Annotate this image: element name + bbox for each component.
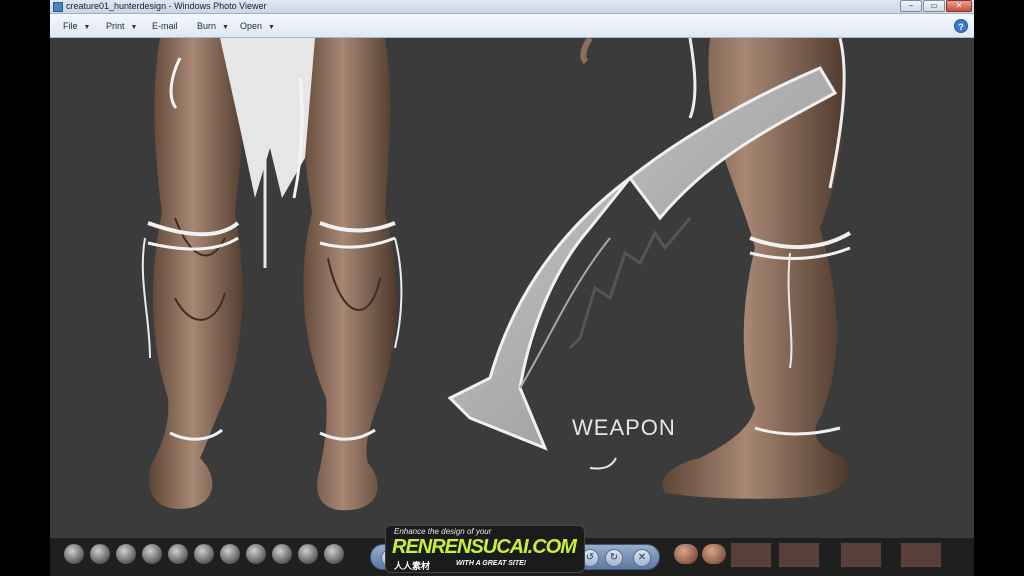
image-canvas: WEAPON [50, 38, 974, 538]
window-title: creature01_hunterdesign - Windows Photo … [66, 1, 267, 11]
texture-tile[interactable] [778, 542, 820, 568]
brush-thumb-icon[interactable] [194, 544, 214, 564]
menu-email[interactable]: E-mail [152, 14, 178, 38]
photo-viewer-window: creature01_hunterdesign - Windows Photo … [50, 0, 974, 576]
material-swatch-icon[interactable] [702, 544, 726, 564]
watermark-logo: Enhance the design of your RENRENSUCAI.C… [385, 525, 585, 573]
brush-thumb-icon[interactable] [116, 544, 136, 564]
maximize-button[interactable]: ▭ [923, 0, 945, 12]
menu-email-label: E-mail [152, 21, 178, 31]
menu-file[interactable]: File ▼ [63, 14, 90, 38]
menu-print-label: Print [106, 21, 125, 31]
chevron-down-icon: ▼ [130, 24, 138, 31]
delete-button[interactable]: ✕ [633, 549, 651, 567]
texture-tile[interactable] [840, 542, 882, 568]
menu-print[interactable]: Print ▼ [106, 14, 137, 38]
chevron-down-icon: ▼ [83, 24, 91, 31]
close-button[interactable]: ✕ [946, 0, 972, 12]
menu-file-label: File [63, 21, 78, 31]
menu-open-label: Open [240, 21, 263, 31]
brush-thumb-icon[interactable] [272, 544, 292, 564]
brush-thumb-icon[interactable] [246, 544, 266, 564]
chevron-down-icon: ▼ [222, 24, 229, 31]
help-button[interactable]: ? [954, 19, 968, 33]
brush-thumb-icon[interactable] [220, 544, 240, 564]
brush-thumb-icon[interactable] [142, 544, 162, 564]
watermark-tagline: Enhance the design of your [394, 527, 492, 536]
watermark-brand: RENRENSUCAI.COM [392, 536, 577, 558]
watermark-cn: 人人素材 [394, 561, 431, 571]
brush-thumb-icon[interactable] [298, 544, 318, 564]
texture-tile[interactable] [730, 542, 772, 568]
title-bar[interactable]: creature01_hunterdesign - Windows Photo … [50, 0, 974, 14]
app-icon [53, 2, 63, 12]
menu-burn-label: Burn [197, 21, 217, 31]
brush-thumb-icon[interactable] [90, 544, 110, 564]
minimize-button[interactable]: – [900, 0, 922, 12]
weapon-label: WEAPON [572, 415, 676, 440]
watermark-sub: WITH A GREAT SITE! [456, 560, 527, 567]
menu-bar: File ▼ Print ▼ E-mail Burn ▼ Open ▼ ? [50, 14, 974, 38]
menu-burn[interactable]: Burn ▼ [197, 14, 229, 38]
brush-thumb-icon[interactable] [324, 544, 344, 564]
rotate-cw-button[interactable]: ↻ [605, 549, 623, 567]
brush-thumb-icon[interactable] [168, 544, 188, 564]
brush-thumb-icon[interactable] [64, 544, 84, 564]
chevron-down-icon: ▼ [268, 24, 275, 31]
material-swatch-icon[interactable] [674, 544, 698, 564]
concept-art-image: WEAPON [50, 38, 974, 538]
menu-open[interactable]: Open ▼ [240, 14, 275, 38]
texture-tile[interactable] [900, 542, 942, 568]
